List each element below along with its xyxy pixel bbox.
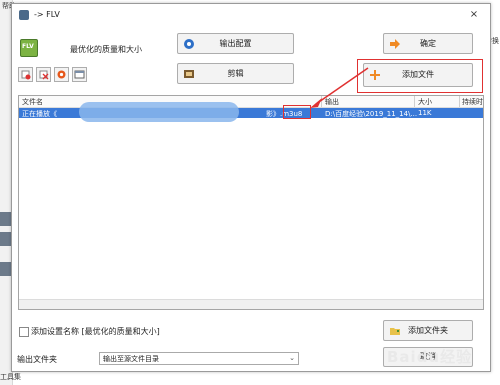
- table-row[interactable]: 正在播放《 影》.m3u8 D:\百度经验\2019_11_14\... 11K: [19, 102, 483, 122]
- background-thumbnail: [0, 262, 11, 276]
- file-list-table[interactable]: 文件名 输出 大小 持续时 正在播放《 影》.m3u8 D:\百度经验\2019…: [18, 95, 484, 310]
- output-config-label: 输出配置: [219, 39, 252, 48]
- folder-add-icon: [390, 327, 400, 335]
- header-duration[interactable]: 持续时: [462, 97, 483, 107]
- edit-button[interactable]: 剪辑: [177, 63, 294, 84]
- clip-film-icon: [184, 69, 194, 78]
- file-name-cell: 正在播放《: [22, 110, 57, 118]
- app-icon: [19, 10, 29, 20]
- horizontal-scrollbar[interactable]: [19, 299, 483, 309]
- output-folder-value: 输出至源文件目录: [103, 355, 159, 363]
- background-thumbnail: [0, 232, 11, 246]
- header-filename[interactable]: 文件名: [22, 97, 43, 107]
- output-folder-label: 输出文件夹: [17, 355, 57, 364]
- column-divider[interactable]: [459, 96, 460, 107]
- play-button[interactable]: [54, 67, 69, 82]
- clear-list-button[interactable]: [36, 67, 51, 82]
- size-cell: 11K: [418, 109, 432, 117]
- close-icon[interactable]: ×: [466, 7, 482, 23]
- watermark: Baidu经验: [387, 348, 473, 366]
- redaction-blur: [79, 102, 239, 122]
- format-icon-label: FLV: [22, 43, 34, 50]
- add-setting-name-checkbox[interactable]: [19, 327, 29, 337]
- media-info-button[interactable]: [72, 67, 87, 82]
- arrow-right-icon: [390, 38, 400, 49]
- add-setting-name-label: 添加设置名称 [最优化的质量和大小]: [31, 327, 160, 336]
- format-dialog: -> FLV × FLV 最优化的质量和大小 输出配置 确定 剪辑 添加文件 文…: [11, 3, 491, 372]
- highlight-box-add-file: [357, 59, 483, 93]
- background-thumbnail: [0, 212, 11, 226]
- dialog-title: -> FLV: [34, 10, 60, 19]
- ok-button[interactable]: 确定: [383, 33, 473, 54]
- clear-icon: [39, 70, 49, 80]
- info-window-icon: [74, 70, 85, 79]
- output-config-button[interactable]: 输出配置: [177, 33, 294, 54]
- quality-preset-label: 最优化的质量和大小: [70, 45, 142, 54]
- dialog-titlebar: -> FLV ×: [12, 4, 490, 26]
- toolbox-label[interactable]: 工具集: [0, 372, 21, 382]
- remove-file-button[interactable]: [18, 67, 33, 82]
- edit-label: 剪辑: [227, 69, 244, 78]
- annotation-arrow: [310, 67, 369, 108]
- header-size[interactable]: 大小: [418, 97, 432, 107]
- flv-format-icon: FLV: [20, 39, 38, 57]
- chevron-down-icon: ⌄: [289, 354, 295, 362]
- add-folder-button[interactable]: 添加文件夹: [383, 320, 473, 341]
- config-icon: [184, 38, 194, 49]
- output-folder-select[interactable]: 输出至源文件目录 ⌄: [99, 352, 299, 365]
- remove-icon: [21, 70, 31, 80]
- column-divider[interactable]: [414, 96, 415, 107]
- play-circle-icon: [57, 70, 66, 79]
